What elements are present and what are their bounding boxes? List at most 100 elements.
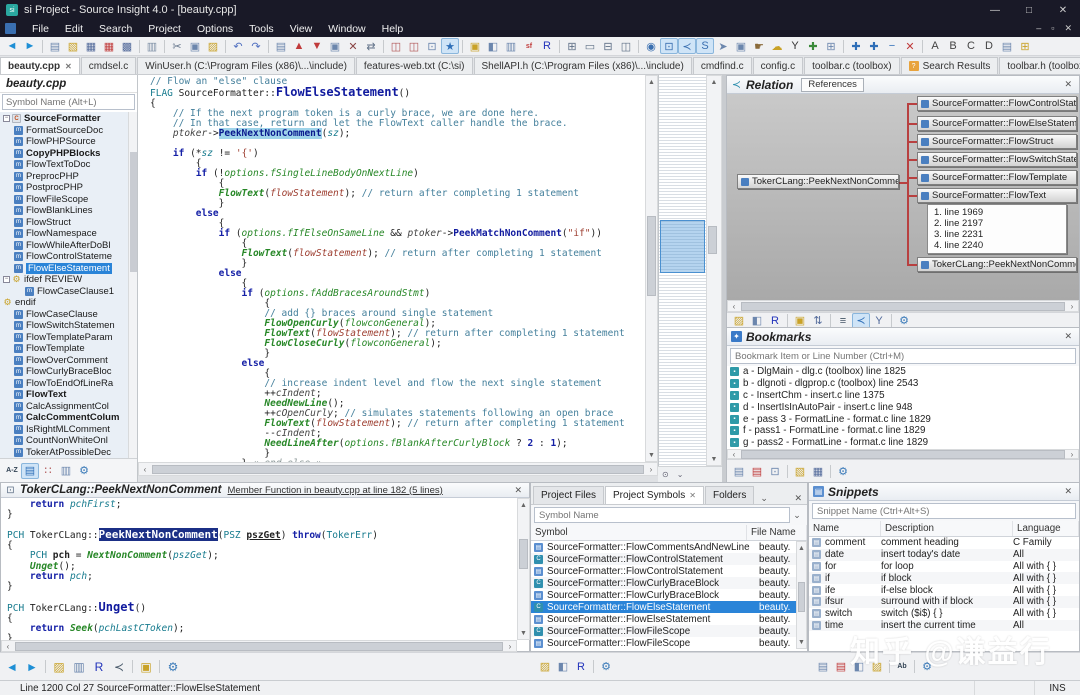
tab-toolbar.c[interactable]: toolbar.c (toolbox) — [804, 57, 900, 74]
symbol-tree-item[interactable]: mFlowElseStatement — [0, 263, 137, 275]
symbol-tree-item[interactable]: mFlowTemplateParam — [0, 332, 137, 344]
close-icon[interactable]: ✕ — [689, 491, 696, 500]
close-icon[interactable]: ✕ — [1061, 331, 1075, 342]
scroll-right-icon[interactable]: › — [1066, 450, 1078, 459]
style-folder-icon[interactable]: ▤ — [998, 38, 1016, 54]
context-r-icon[interactable]: R — [89, 658, 109, 676]
tab-cmdfind.c[interactable]: cmdfind.c — [693, 57, 752, 74]
clip-window-icon[interactable]: ◧ — [484, 38, 502, 54]
reference-line-item[interactable]: 2. line 2197 — [934, 218, 1060, 229]
scrollbar-thumb[interactable] — [15, 642, 503, 651]
bookmark-save-icon[interactable]: ▦ — [809, 464, 827, 480]
context-horizontal-scrollbar[interactable]: ‹ › — [1, 640, 517, 652]
bookmark-search-input[interactable] — [730, 348, 1076, 364]
menu-edit[interactable]: Edit — [57, 23, 91, 35]
scroll-right-icon[interactable]: › — [1066, 302, 1078, 311]
relation-node[interactable]: SourceFormatter::FlowText — [917, 188, 1077, 203]
snippet-row[interactable]: ▤commentcomment headingC Family — [809, 537, 1079, 549]
save-icon[interactable]: ▦ — [82, 38, 100, 54]
snippet-new-icon[interactable]: ▤ — [814, 659, 832, 675]
favorites-icon[interactable]: ★ — [441, 38, 459, 54]
tile-single-icon[interactable]: ▭ — [581, 38, 599, 54]
style-b-icon[interactable]: B — [944, 38, 962, 54]
menu-project[interactable]: Project — [140, 23, 189, 35]
chevron-down-icon[interactable]: ⌄ — [755, 493, 773, 504]
tab-features-web.txt[interactable]: features-web.txt (C:\si) — [356, 57, 473, 74]
symbol-tree-item[interactable]: mCalcAssignmentCol — [0, 401, 137, 413]
cascade-windows-icon[interactable]: ◫ — [617, 38, 635, 54]
indent-plus-icon[interactable]: ✚ — [865, 38, 883, 54]
tab-beauty.cpp[interactable]: beauty.cpp✕ — [0, 57, 80, 74]
snippet-edit-icon[interactable]: ◧ — [850, 659, 868, 675]
snippet-row[interactable]: ▤ifsursurround with if blockAll with { } — [809, 596, 1079, 608]
add-line-icon[interactable]: ✚ — [847, 38, 865, 54]
relation-horizontal-scrollbar[interactable]: ‹ › — [727, 300, 1079, 312]
copy-icon[interactable]: ▣ — [186, 38, 204, 54]
symbol-tree-item[interactable]: mIsRightMLComment — [0, 424, 137, 436]
style-c-icon[interactable]: C — [962, 38, 980, 54]
symbol-tree-item[interactable]: mFlowCaseClause1 — [0, 286, 137, 298]
minimize-icon[interactable]: — — [978, 0, 1012, 20]
menu-window[interactable]: Window — [320, 23, 373, 35]
symbol-tree-item[interactable]: mFlowBlankLines — [0, 205, 137, 217]
context-lock-icon[interactable]: ▣ — [136, 658, 156, 676]
menu-help[interactable]: Help — [374, 23, 412, 35]
hand-pointer-icon[interactable]: ☛ — [750, 38, 768, 54]
relation-r-icon[interactable]: R — [538, 38, 556, 54]
symbol-tree-item[interactable]: mFlowTemplate — [0, 343, 137, 355]
tab-config.c[interactable]: config.c — [753, 57, 803, 74]
scrollbar-thumb[interactable] — [130, 152, 137, 272]
menu-file[interactable]: File — [24, 23, 57, 35]
close-icon[interactable]: ✕ — [791, 493, 805, 504]
relation-node[interactable]: SourceFormatter::FlowSwitchStatement — [917, 152, 1077, 167]
sidebar-scrollbar[interactable] — [128, 112, 137, 458]
scrollbar-thumb[interactable] — [741, 302, 1065, 311]
editor-horizontal-scrollbar[interactable]: ‹ › — [138, 462, 658, 476]
symbols-doc-icon[interactable]: ◧ — [554, 659, 572, 675]
snippet-row[interactable]: ▤ifif blockAll with { } — [809, 572, 1079, 584]
symbol-tree-item[interactable]: mFlowFileScope — [0, 194, 137, 206]
save-all-icon[interactable]: ▩ — [118, 38, 136, 54]
snippet-search-input[interactable] — [812, 503, 1076, 519]
symbol-tree-item[interactable]: mFlowOverComment — [0, 355, 137, 367]
bookmark-settings-icon[interactable]: ⚙ — [834, 464, 852, 480]
relation-references-tab[interactable]: References — [801, 78, 864, 92]
tab-winuser.h[interactable]: WinUser.h (C:\Program Files (x86)\...\in… — [137, 57, 355, 74]
column-name[interactable]: Name — [809, 521, 881, 536]
bookmark-item[interactable]: ▪a - DlgMain - dlg.c (toolbox) line 1825 — [727, 366, 1079, 378]
compare-files-icon[interactable]: ⇄ — [362, 38, 380, 54]
tree-expand-icon[interactable]: − — [3, 115, 10, 122]
tab-project-files[interactable]: Project Files — [533, 486, 604, 504]
snippet-row[interactable]: ▤forfor loopAll with { } — [809, 561, 1079, 573]
tab-search[interactable]: ?Search Results — [901, 57, 999, 74]
bookmarks-horizontal-scrollbar[interactable]: ‹ › — [727, 449, 1079, 459]
back-icon[interactable]: ◄ — [3, 38, 21, 54]
source-window-icon[interactable]: ◫ — [405, 38, 423, 54]
column-language[interactable]: Language — [1013, 521, 1079, 536]
new-window-icon[interactable]: ⊡ — [423, 38, 441, 54]
symbol-row[interactable]: ▤SourceFormatter::FlowFileScopebeauty. — [531, 637, 807, 649]
editor-vertical-scrollbar[interactable]: ▲ ▼ — [645, 75, 658, 462]
tree-expand-icon[interactable]: − — [3, 276, 10, 283]
reformat-icon[interactable]: sf — [520, 38, 538, 54]
relation-source-node[interactable]: TokerCLang::PeekNextNonComment — [737, 174, 899, 189]
view-list-icon[interactable]: ▤ — [21, 463, 39, 479]
relation-node[interactable]: SourceFormatter::FlowControlStatemen — [917, 96, 1077, 111]
context-symbol-location[interactable]: Member Function in beauty.cpp at line 18… — [228, 485, 443, 496]
close-icon[interactable]: ✕ — [511, 485, 525, 496]
indent-minus-icon[interactable]: − — [883, 38, 901, 54]
mdi-restore-icon[interactable]: ▫ — [1051, 23, 1054, 34]
minimap-viewport[interactable] — [660, 220, 705, 273]
reference-line-item[interactable]: 4. line 2240 — [934, 240, 1060, 251]
tab-folders[interactable]: Folders — [705, 486, 754, 504]
scroll-up-icon[interactable]: ▲ — [707, 76, 721, 88]
draft-view-icon[interactable]: ⊡ — [660, 38, 678, 54]
menu-tools[interactable]: Tools — [241, 23, 282, 35]
scrollbar-thumb[interactable] — [741, 450, 1065, 459]
close-icon[interactable]: ✕ — [1061, 79, 1075, 90]
delete-lines-icon[interactable]: ✕ — [901, 38, 919, 54]
minimap-sync-icon[interactable]: ⊙ — [662, 470, 669, 479]
clouds-icon[interactable]: ☁ — [768, 38, 786, 54]
view-groups-icon[interactable]: ∷ — [39, 463, 57, 479]
undo-icon[interactable]: ↶ — [229, 38, 247, 54]
